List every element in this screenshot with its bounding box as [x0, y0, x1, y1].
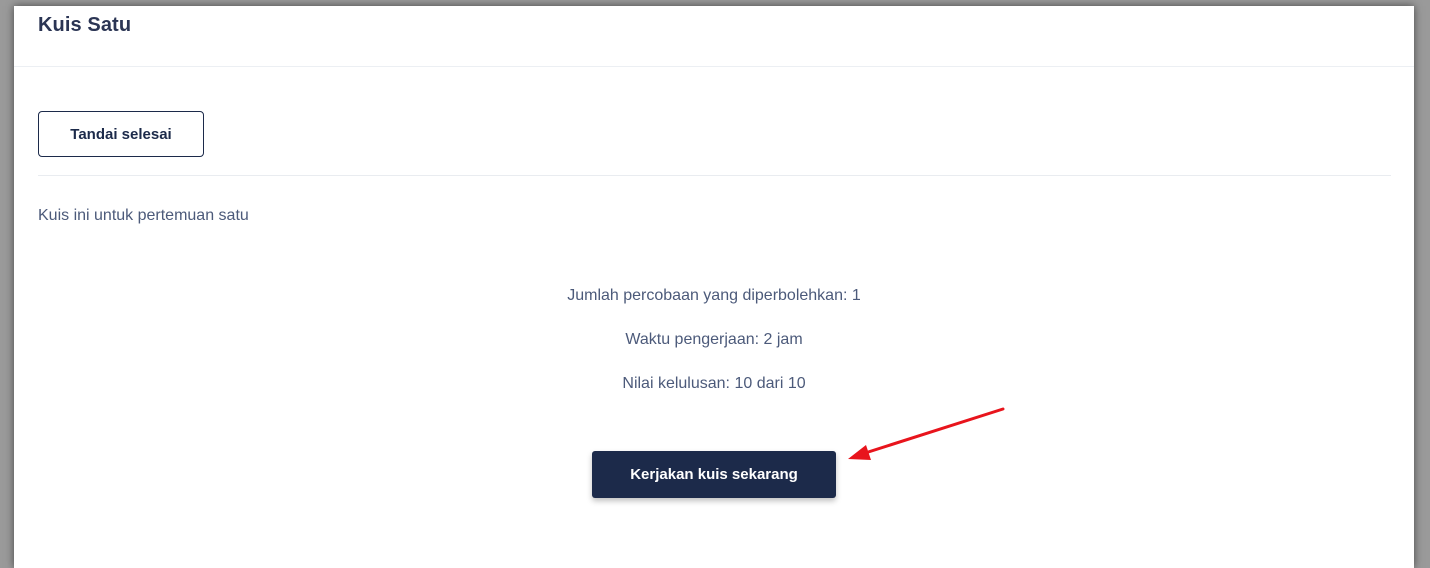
screenshot-frame: Kuis Satu Tandai selesai Kuis ini untuk …: [0, 0, 1430, 568]
passing-grade-text: Nilai kelulusan: 10 dari 10: [622, 375, 806, 392]
attempts-allowed-text: Jumlah percobaan yang diperbolehkan: 1: [567, 287, 861, 304]
duration-text: Waktu pengerjaan: 2 jam: [625, 331, 803, 348]
card-header: Kuis Satu: [14, 6, 1414, 67]
divider: [38, 175, 1391, 176]
quiz-card: Kuis Satu Tandai selesai Kuis ini untuk …: [14, 6, 1414, 568]
mark-done-button[interactable]: Tandai selesai: [38, 111, 204, 157]
page-title: Kuis Satu: [38, 14, 132, 36]
quiz-description: Kuis ini untuk pertemuan satu: [38, 207, 249, 224]
start-quiz-button[interactable]: Kerjakan kuis sekarang: [592, 451, 836, 498]
